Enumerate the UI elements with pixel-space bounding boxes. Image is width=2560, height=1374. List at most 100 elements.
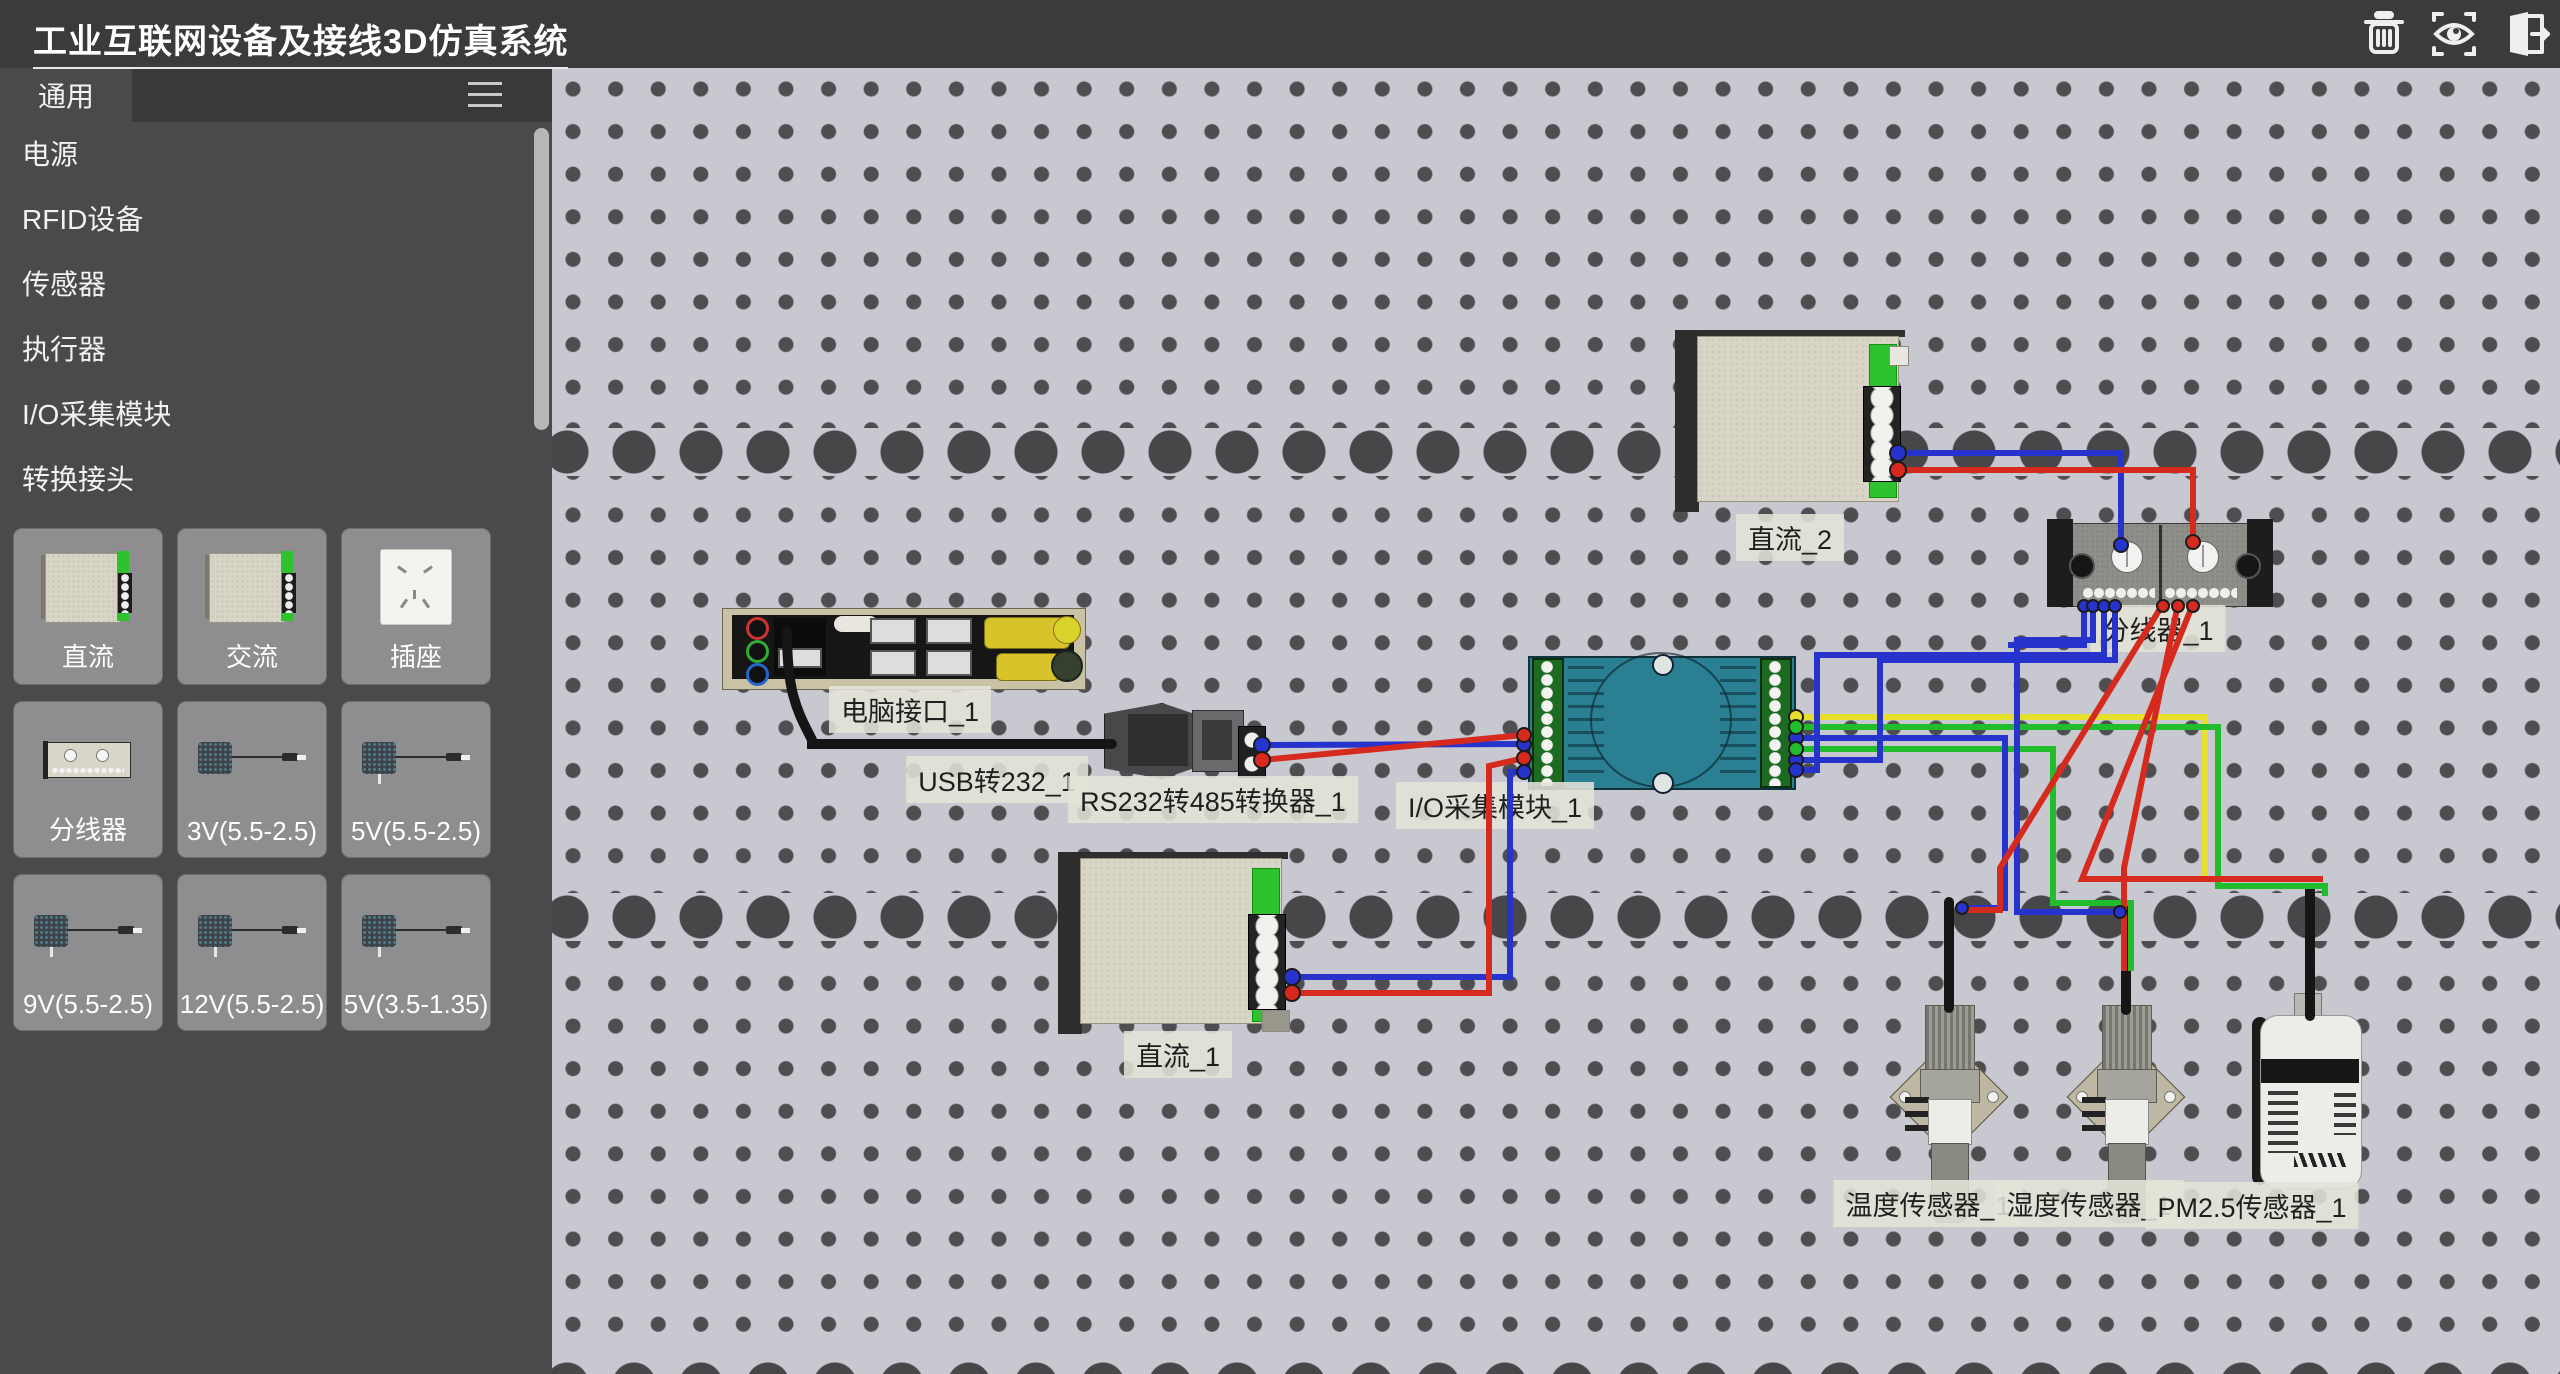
menu-icon[interactable] — [468, 82, 502, 108]
pm25-hatch — [2294, 1153, 2346, 1167]
sensor-pins — [2082, 1097, 2106, 1137]
round-port-yellow — [1053, 616, 1081, 644]
usb-port — [870, 618, 916, 644]
splitter-terminals[interactable] — [2165, 587, 2237, 599]
label-pc-interface: 电脑接口_1 — [829, 686, 991, 733]
tile-adapter-12v[interactable]: 12V(5.5-2.5) — [177, 874, 327, 1031]
sensor-knurl — [1925, 1005, 1975, 1073]
device-pm25-sensor[interactable] — [2252, 995, 2372, 1195]
sensor-band — [1928, 1099, 1972, 1145]
pm25-vents — [2334, 1093, 2356, 1135]
psu-terminal-block[interactable] — [1863, 386, 1901, 482]
audio-jack-green — [746, 640, 769, 663]
usb-port — [926, 618, 972, 644]
io-screw-bottom — [1652, 772, 1674, 794]
splitter-divider — [2159, 525, 2162, 603]
splitter-screw — [2111, 541, 2143, 573]
device-io-module[interactable] — [1528, 652, 1796, 794]
page-title: 工业互联网设备及接线3D仿真系统 — [33, 14, 568, 69]
splitter-thumb — [14, 714, 162, 806]
tile-dc-power[interactable]: 直流 — [13, 528, 163, 685]
tile-adapter-5v-small[interactable]: 5V(3.5-1.35) — [341, 874, 491, 1031]
round-port-dark — [1051, 650, 1083, 682]
psu-notch — [1889, 346, 1909, 366]
delete-icon[interactable] — [2356, 6, 2412, 62]
label-rs485: RS232转485转换器_1 — [1068, 776, 1358, 823]
label-splitter: 分线器_1 — [2090, 605, 2225, 652]
menu-item-io-module[interactable]: I/O采集模块 — [0, 382, 552, 447]
sensor-band — [2105, 1099, 2149, 1145]
usb-port — [778, 648, 822, 668]
category-menu: 电源 RFID设备 传感器 执行器 I/O采集模块 转换接头 — [0, 122, 552, 512]
label-usb232: USB转232_1 — [906, 756, 1088, 803]
adapter-thumb — [178, 887, 326, 979]
io-terminal-labels — [1720, 666, 1756, 780]
pegboard-large-hole-row — [552, 893, 2560, 941]
pegboard-large-hole-row — [552, 428, 2560, 476]
audio-jack-blue — [746, 663, 769, 686]
tile-adapter-9v[interactable]: 9V(5.5-2.5) — [13, 874, 163, 1031]
tile-ac-power[interactable]: 交流 — [177, 528, 327, 685]
adapter-thumb — [178, 714, 326, 806]
exit-icon[interactable] — [2496, 6, 2552, 62]
usb-port — [870, 650, 916, 676]
adapter-thumb — [342, 887, 490, 979]
device-dc-power-2[interactable] — [1675, 330, 1905, 512]
menu-item-rfid[interactable]: RFID设备 — [0, 187, 552, 252]
tile-adapter-3v[interactable]: 3V(5.5-2.5) — [177, 701, 327, 858]
splitter-terminals[interactable] — [2083, 587, 2155, 599]
usb-port — [926, 650, 972, 676]
label-io-module: I/O采集模块_1 — [1396, 782, 1594, 829]
tile-socket[interactable]: 插座 — [341, 528, 491, 685]
psu-side-shadow — [1675, 330, 1699, 512]
device-rs232-485-converter[interactable] — [1104, 698, 1274, 784]
psu-terminal-block[interactable] — [1248, 914, 1286, 1010]
db9-hood-inner — [1128, 714, 1188, 766]
pegboard-large-hole-row — [552, 1352, 2560, 1374]
device-splitter[interactable] — [2047, 519, 2273, 607]
top-bar: 工业互联网设备及接线3D仿真系统 — [0, 0, 2560, 68]
label-dc2: 直流_2 — [1736, 514, 1844, 561]
psu-notch — [1262, 1010, 1290, 1032]
menu-item-power[interactable]: 电源 — [0, 122, 552, 187]
device-pc-interface[interactable] — [722, 608, 1084, 688]
tile-adapter-5v[interactable]: 5V(5.5-2.5) — [341, 701, 491, 858]
sidebar: 通用 电源 RFID设备 传感器 执行器 I/O采集模块 转换接头 直流 — [0, 68, 552, 1374]
audio-jack-red — [746, 617, 769, 640]
sensor-knurl — [2102, 1005, 2152, 1073]
io-terminal-labels — [1568, 666, 1604, 780]
sensor-pins — [1905, 1097, 1929, 1137]
mount-hole — [2164, 1091, 2176, 1103]
io-terminal-strip-right[interactable] — [1760, 658, 1792, 788]
adapter-thumb — [342, 714, 490, 806]
sensor-hex-nut — [2097, 1069, 2157, 1103]
label-dc1: 直流_1 — [1124, 1031, 1232, 1078]
splitter-mount-hole — [2069, 553, 2095, 579]
menu-scrollbar[interactable] — [534, 128, 549, 430]
io-terminal-strip-left[interactable] — [1532, 658, 1564, 788]
tile-splitter[interactable]: 分线器 — [13, 701, 163, 858]
label-pm25-sensor: PM2.5传感器_1 — [2145, 1182, 2358, 1229]
dc-power-thumb — [14, 541, 162, 633]
socket-thumb — [342, 541, 490, 633]
splitter-mount-hole — [2235, 553, 2261, 579]
component-palette: 直流 交流 插座 分线器 — [13, 528, 491, 1031]
splitter-screw — [2187, 541, 2219, 573]
ac-power-thumb — [178, 541, 326, 633]
sensor-hex-nut — [1920, 1069, 1980, 1103]
menu-item-adapter[interactable]: 转换接头 — [0, 447, 552, 512]
tab-general[interactable]: 通用 — [0, 68, 132, 122]
view-icon[interactable] — [2426, 6, 2482, 62]
adapter-thumb — [14, 887, 162, 979]
pm25-vents — [2268, 1091, 2298, 1153]
sidebar-tab-row: 通用 — [0, 68, 552, 122]
pm25-band — [2261, 1059, 2359, 1083]
device-dc-power-1[interactable] — [1058, 852, 1288, 1034]
menu-item-actuator[interactable]: 执行器 — [0, 317, 552, 382]
mount-hole — [1987, 1091, 1999, 1103]
converter-terminals[interactable] — [1238, 726, 1266, 778]
psu-side-shadow — [1058, 852, 1082, 1034]
app-window: 电脑接口_1 USB转232_1 RS232转485转换器_1 I/O采集模块_… — [0, 0, 2560, 1374]
io-screw-top — [1652, 654, 1674, 676]
menu-item-sensor[interactable]: 传感器 — [0, 252, 552, 317]
